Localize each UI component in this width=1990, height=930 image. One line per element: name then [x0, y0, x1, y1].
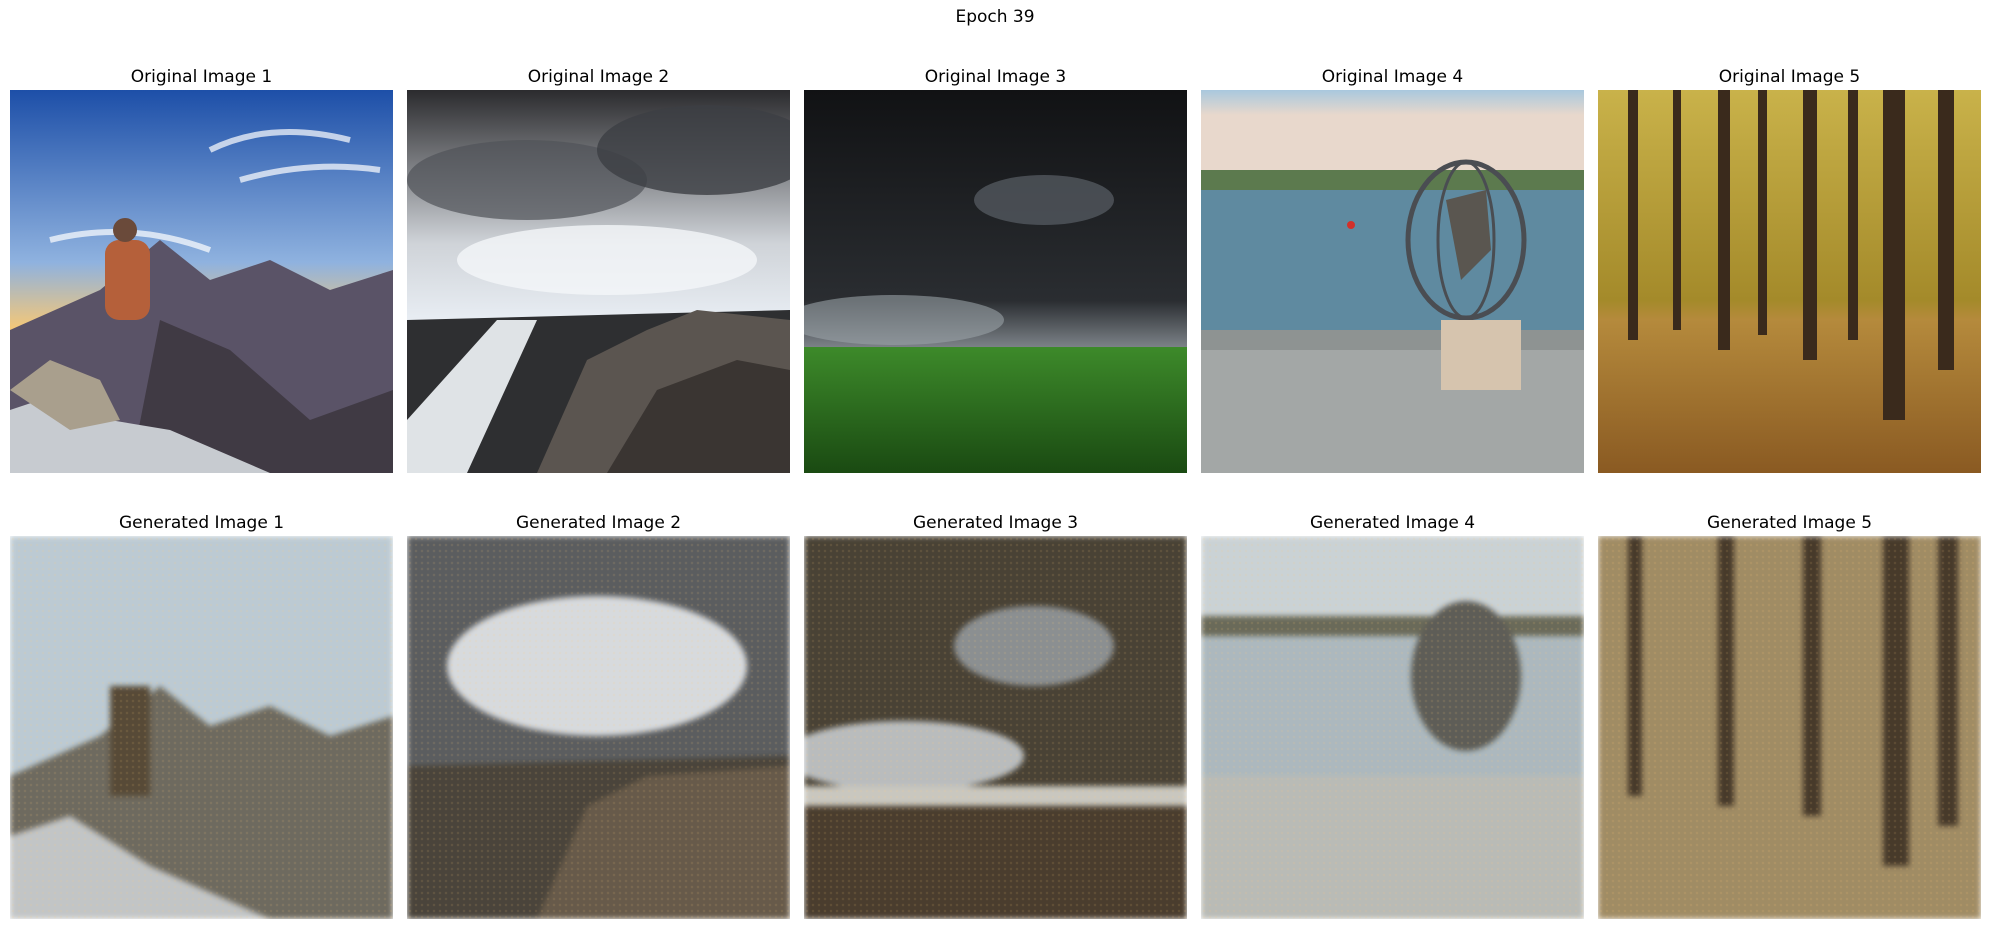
original-panel-3: Original Image 3: [804, 65, 1187, 473]
scene-autumn-forest: [1598, 90, 1981, 473]
original-panel-5: Original Image 5: [1598, 65, 1981, 473]
generated-label-1: Generated Image 1: [118, 513, 285, 533]
generated-image-1: [10, 536, 393, 919]
generated-image-3: [804, 536, 1187, 919]
original-label-3: Original Image 3: [924, 67, 1067, 87]
scene-globe-sculpture-by-river: [1201, 90, 1584, 473]
original-label-5: Original Image 5: [1718, 67, 1861, 87]
scene-storm-over-field: [804, 90, 1187, 473]
original-label-2: Original Image 2: [527, 67, 670, 87]
scene-storm-over-field-generated: [804, 536, 1187, 919]
original-panel-2: Original Image 2: [407, 65, 790, 473]
generated-image-2: [407, 536, 790, 919]
generated-panel-5: Generated Image 5: [1598, 511, 1981, 919]
original-panel-4: Original Image 4: [1201, 65, 1584, 473]
original-label-4: Original Image 4: [1321, 67, 1464, 87]
scene-stormy-coast-generated: [407, 536, 790, 919]
generated-label-2: Generated Image 2: [515, 513, 682, 533]
figure-title: Epoch 39: [955, 7, 1035, 27]
generated-panel-2: Generated Image 2: [407, 511, 790, 919]
original-image-4: [1201, 90, 1584, 473]
scene-stormy-coast: [407, 90, 790, 473]
original-image-3: [804, 90, 1187, 473]
original-image-2: [407, 90, 790, 473]
scene-globe-sculpture-by-river-generated: [1201, 536, 1584, 919]
original-image-1: [10, 90, 393, 473]
generated-label-4: Generated Image 4: [1309, 513, 1476, 533]
scene-hiker-on-mountain-generated: [10, 536, 393, 919]
generated-image-5: [1598, 536, 1981, 919]
scene-hiker-on-mountain: [10, 90, 393, 473]
generated-panel-3: Generated Image 3: [804, 511, 1187, 919]
original-image-5: [1598, 90, 1981, 473]
generated-panel-4: Generated Image 4: [1201, 511, 1584, 919]
generated-label-5: Generated Image 5: [1706, 513, 1873, 533]
original-panel-1: Original Image 1: [10, 65, 393, 473]
generated-label-3: Generated Image 3: [912, 513, 1079, 533]
generated-panel-1: Generated Image 1: [10, 511, 393, 919]
generated-image-4: [1201, 536, 1584, 919]
original-label-1: Original Image 1: [130, 67, 273, 87]
scene-autumn-forest-generated: [1598, 536, 1981, 919]
